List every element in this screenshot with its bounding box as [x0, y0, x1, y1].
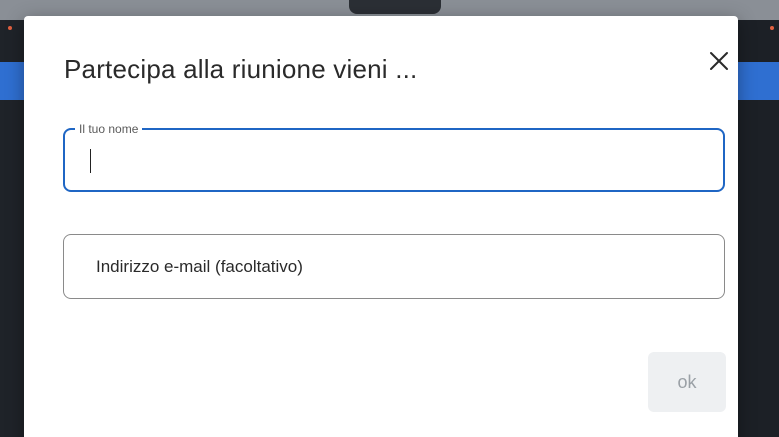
join-meeting-dialog: Partecipa alla riunione vieni ... Il tuo… — [24, 16, 738, 437]
background-accent-band — [0, 62, 24, 100]
email-input[interactable]: Indirizzo e-mail (facoltativo) — [63, 234, 725, 299]
name-field-label: Il tuo nome — [75, 121, 143, 137]
background-accent-band — [738, 62, 779, 100]
text-caret — [90, 149, 91, 173]
background-dot — [8, 26, 12, 30]
name-input[interactable]: Il tuo nome — [63, 121, 725, 192]
close-icon — [710, 52, 728, 70]
ok-button[interactable]: ok — [648, 352, 726, 412]
dialog-title: Partecipa alla riunione vieni ... — [64, 54, 418, 84]
email-placeholder: Indirizzo e-mail (facoltativo) — [96, 257, 303, 276]
background-top-pill — [349, 0, 441, 14]
background-dot — [770, 26, 774, 30]
close-button[interactable] — [704, 46, 734, 76]
